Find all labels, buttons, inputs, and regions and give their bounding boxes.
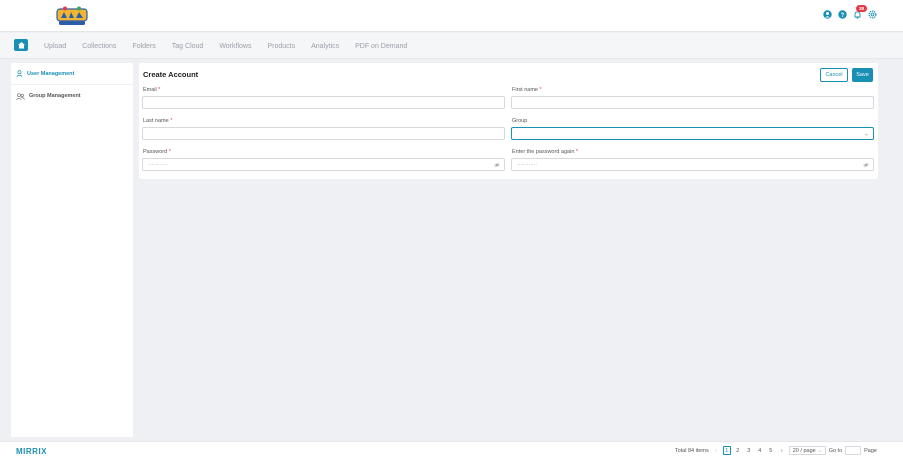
group-icon: [16, 92, 25, 100]
group-select[interactable]: [511, 127, 874, 140]
svg-text:?: ?: [841, 13, 845, 19]
sidebar: User Management Group Management: [11, 63, 133, 437]
total-items: Total 84 items: [674, 447, 709, 454]
page-5[interactable]: 5: [767, 446, 775, 455]
go-to-page-input[interactable]: [845, 446, 862, 455]
brand-logo: MIRRIX: [16, 447, 47, 456]
password-again-field[interactable]: ············: [511, 158, 874, 171]
home-button[interactable]: [14, 39, 28, 51]
last-name-label: Last name *: [143, 118, 173, 124]
create-account-panel: Create Account Cancel Save Email * First…: [139, 63, 878, 179]
nav-products[interactable]: Products: [259, 43, 303, 50]
sidebar-item-user-management[interactable]: User Management: [11, 63, 133, 85]
bell-icon[interactable]: 38: [853, 5, 868, 19]
password-field[interactable]: ············: [142, 158, 505, 171]
nav-folders[interactable]: Folders: [124, 43, 163, 50]
home-icon: [17, 42, 25, 49]
chevron-down-icon: [864, 133, 869, 136]
page-2[interactable]: 2: [734, 446, 742, 455]
pagination: Total 84 items ‹ 1 2 3 4 5 › 20 / page G…: [675, 446, 877, 455]
footer: MIRRIX Total 84 items ‹ 1 2 3 4 5 › 20 /…: [0, 441, 903, 459]
prev-page-button[interactable]: ‹: [712, 446, 720, 455]
gear-icon[interactable]: [868, 10, 877, 19]
page-label: Page: [864, 447, 877, 454]
go-to-label: Go to: [828, 447, 843, 454]
sidebar-item-label: Group Management: [29, 93, 81, 99]
eye-off-icon[interactable]: [863, 162, 869, 168]
password-again-label: Enter the password again *: [512, 149, 579, 155]
password-again-mask: ············: [517, 161, 537, 168]
email-field[interactable]: [142, 96, 505, 109]
chevron-down-icon: [818, 449, 822, 452]
first-name-label: First name *: [512, 87, 542, 93]
main-nav: Upload Collections Folders Tag Cloud Wor…: [0, 33, 903, 59]
password-mask: ············: [148, 161, 168, 168]
eye-off-icon[interactable]: [494, 162, 500, 168]
nav-upload[interactable]: Upload: [36, 43, 74, 50]
last-name-field[interactable]: [142, 127, 505, 140]
email-label: Email *: [143, 87, 161, 93]
page-size-select[interactable]: 20 / page: [788, 446, 826, 455]
first-name-field[interactable]: [511, 96, 874, 109]
nav-collections[interactable]: Collections: [74, 43, 124, 50]
user-circle-icon[interactable]: [823, 10, 832, 19]
top-bar: ? 38: [0, 0, 903, 32]
user-icon: [16, 70, 23, 77]
save-button[interactable]: Save: [852, 68, 873, 82]
bambino-logo[interactable]: [55, 6, 89, 26]
sidebar-item-label: User Management: [27, 70, 75, 77]
nav-workflows[interactable]: Workflows: [211, 43, 259, 50]
group-label: Group: [512, 118, 528, 124]
page-4[interactable]: 4: [756, 446, 764, 455]
page-3[interactable]: 3: [745, 446, 753, 455]
cancel-button[interactable]: Cancel: [820, 68, 848, 82]
sidebar-item-group-management[interactable]: Group Management: [11, 85, 133, 107]
nav-pdf-on-demand[interactable]: PDF on Demand: [347, 43, 415, 50]
password-label: Password *: [143, 149, 171, 155]
page-1[interactable]: 1: [722, 446, 731, 455]
nav-tag-cloud[interactable]: Tag Cloud: [164, 43, 212, 50]
page-title: Create Account: [143, 70, 199, 79]
nav-analytics[interactable]: Analytics: [303, 43, 347, 50]
next-page-button[interactable]: ›: [778, 446, 786, 455]
notification-badge: 38: [856, 5, 868, 12]
help-icon[interactable]: ?: [838, 10, 847, 19]
